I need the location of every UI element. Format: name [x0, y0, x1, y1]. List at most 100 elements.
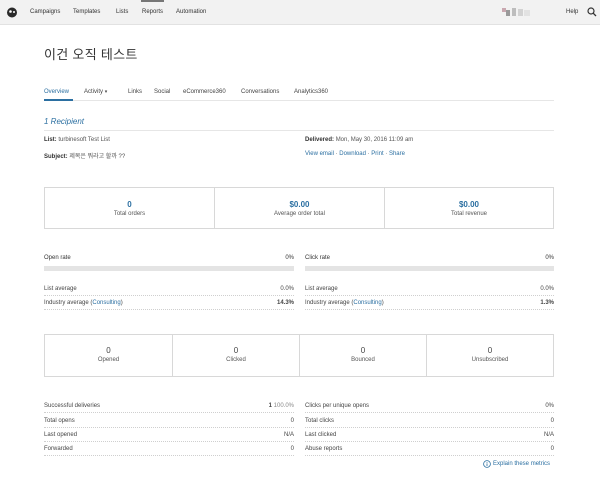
tab-activity[interactable]: Activity ▾	[84, 89, 107, 95]
explain-metrics-link[interactable]: Explain these metrics	[493, 461, 550, 467]
last-opened-value: N/A	[283, 432, 294, 438]
row-divider	[305, 441, 554, 442]
share-link[interactable]: Share	[389, 151, 405, 157]
row-divider	[44, 427, 294, 428]
bounced-cell[interactable]: 0 Bounced	[299, 335, 426, 376]
row-divider	[305, 455, 554, 456]
total-revenue-label: Total revenue	[450, 211, 488, 217]
total-orders-label: Total orders	[113, 211, 146, 217]
unsubscribed-cell[interactable]: 0 Unsubscribed	[426, 335, 553, 376]
help-link[interactable]: Help	[566, 9, 578, 15]
ecommerce-summary: 0 Total orders $0.00 Average order total…	[44, 187, 554, 229]
account-avatar[interactable]	[502, 8, 532, 18]
row-divider	[44, 295, 294, 296]
industry-consulting-link[interactable]: Consulting	[353, 300, 381, 306]
total-opens-label: Total opens	[44, 418, 75, 424]
clicked-value: 0	[233, 346, 239, 355]
row-divider	[305, 412, 554, 413]
last-opened-label: Last opened	[44, 432, 78, 438]
total-clicks-value: 0	[550, 418, 554, 424]
active-tab-indicator	[44, 99, 73, 101]
tab-social[interactable]: Social	[154, 89, 170, 95]
forwarded-label: Forwarded	[44, 446, 73, 452]
download-link[interactable]: Download	[339, 151, 366, 157]
email-actions: View email · Download · Print · Share	[305, 151, 405, 157]
clicks-per-unique-opens-label: Clicks per unique opens	[305, 403, 370, 409]
bounced-label: Bounced	[351, 357, 375, 363]
unsubscribed-value: 0	[487, 346, 493, 355]
top-navigation: Campaigns Templates Lists Reports Automa…	[0, 0, 600, 25]
list-label: List:	[44, 137, 57, 143]
clicked-label: Clicked	[226, 357, 246, 363]
nav-templates[interactable]: Templates	[73, 9, 100, 15]
tab-overview[interactable]: Overview	[44, 89, 69, 95]
opened-cell[interactable]: 0 Opened	[45, 335, 172, 376]
view-email-link[interactable]: View email	[305, 151, 334, 157]
total-revenue-value: $0.00	[458, 200, 480, 209]
chevron-down-icon: ▾	[104, 89, 108, 95]
delivered-value: Mon, May 30, 2016 11:09 am	[335, 137, 414, 143]
nav-automation[interactable]: Automation	[176, 9, 206, 15]
open-rate-bar	[44, 266, 294, 271]
industry-average-suffix: )	[381, 300, 384, 306]
successful-deliveries-value: 1 100.0%	[234, 403, 294, 409]
row-divider	[305, 295, 554, 296]
subject-label: Subject:	[44, 154, 68, 160]
clicks-per-unique-opens-value: 0%	[545, 403, 554, 409]
subject-value: 제목은 뭐라고 할까 ??	[69, 154, 126, 160]
summary-divider	[44, 130, 554, 131]
subject-info: Subject: 제목은 뭐라고 할까 ??	[44, 151, 125, 160]
tab-analytics360[interactable]: Analytics360	[294, 89, 328, 95]
info-icon[interactable]	[483, 460, 491, 468]
recipient-count: 1 Recipient	[44, 117, 85, 126]
total-clicks-label: Total clicks	[305, 418, 335, 424]
industry-consulting-link[interactable]: Consulting	[92, 300, 120, 306]
click-rate-label: Click rate	[305, 255, 331, 261]
last-clicked-value: N/A	[543, 432, 554, 438]
total-orders-cell: 0 Total orders	[45, 188, 214, 228]
open-industry-average-value: 14.3%	[276, 300, 294, 306]
open-list-average-value: 0.0%	[280, 286, 294, 292]
row-divider	[305, 309, 554, 310]
list-value: turbinesoft Test List	[58, 137, 110, 143]
activity-counts: 0 Opened 0 Clicked 0 Bounced 0 Unsubscri…	[44, 334, 554, 377]
average-order-cell: $0.00 Average order total	[214, 188, 384, 228]
page-title: 이건 오직 테스트	[44, 47, 138, 62]
delivered-info: Delivered: Mon, May 30, 2016 11:09 am	[305, 137, 413, 143]
nav-lists[interactable]: Lists	[116, 9, 128, 15]
average-order-value: $0.00	[289, 200, 310, 209]
nav-reports[interactable]: Reports	[142, 9, 163, 15]
abuse-reports-label: Abuse reports	[305, 446, 343, 452]
last-clicked-label: Last clicked	[305, 432, 337, 438]
row-divider	[44, 455, 294, 456]
open-industry-average-label: Industry average (Consulting)	[44, 300, 123, 306]
mailchimp-logo-icon[interactable]	[6, 6, 18, 18]
tab-ecommerce360[interactable]: eCommerce360	[183, 89, 226, 95]
search-icon[interactable]	[587, 7, 597, 17]
total-opens-value: 0	[290, 418, 294, 424]
click-list-average-label: List average	[305, 286, 338, 292]
average-order-label: Average order total	[274, 211, 325, 217]
tab-conversations[interactable]: Conversations	[241, 89, 279, 95]
click-rate-value: 0%	[545, 255, 554, 261]
print-link[interactable]: Print	[371, 151, 383, 157]
industry-average-text: Industry average (	[305, 300, 354, 306]
row-divider	[44, 412, 294, 413]
row-divider	[305, 427, 554, 428]
unsubscribed-label: Unsubscribed	[471, 357, 509, 363]
delivered-label: Delivered:	[305, 137, 335, 143]
row-divider	[44, 309, 294, 310]
click-industry-average-label: Industry average (Consulting)	[305, 300, 384, 306]
row-divider	[44, 441, 294, 442]
forwarded-value: 0	[290, 446, 294, 452]
total-revenue-cell: $0.00 Total revenue	[384, 188, 553, 228]
successful-deliveries-label: Successful deliveries	[44, 403, 101, 409]
successful-deliveries-count: 1	[268, 403, 272, 409]
tab-activity-label: Activity	[84, 89, 104, 95]
nav-active-indicator	[141, 0, 164, 2]
clicked-cell[interactable]: 0 Clicked	[172, 335, 299, 376]
open-rate-label: Open rate	[44, 255, 71, 261]
nav-campaigns[interactable]: Campaigns	[30, 9, 60, 15]
tab-links[interactable]: Links	[128, 89, 142, 95]
industry-average-text: Industry average (	[44, 300, 93, 306]
